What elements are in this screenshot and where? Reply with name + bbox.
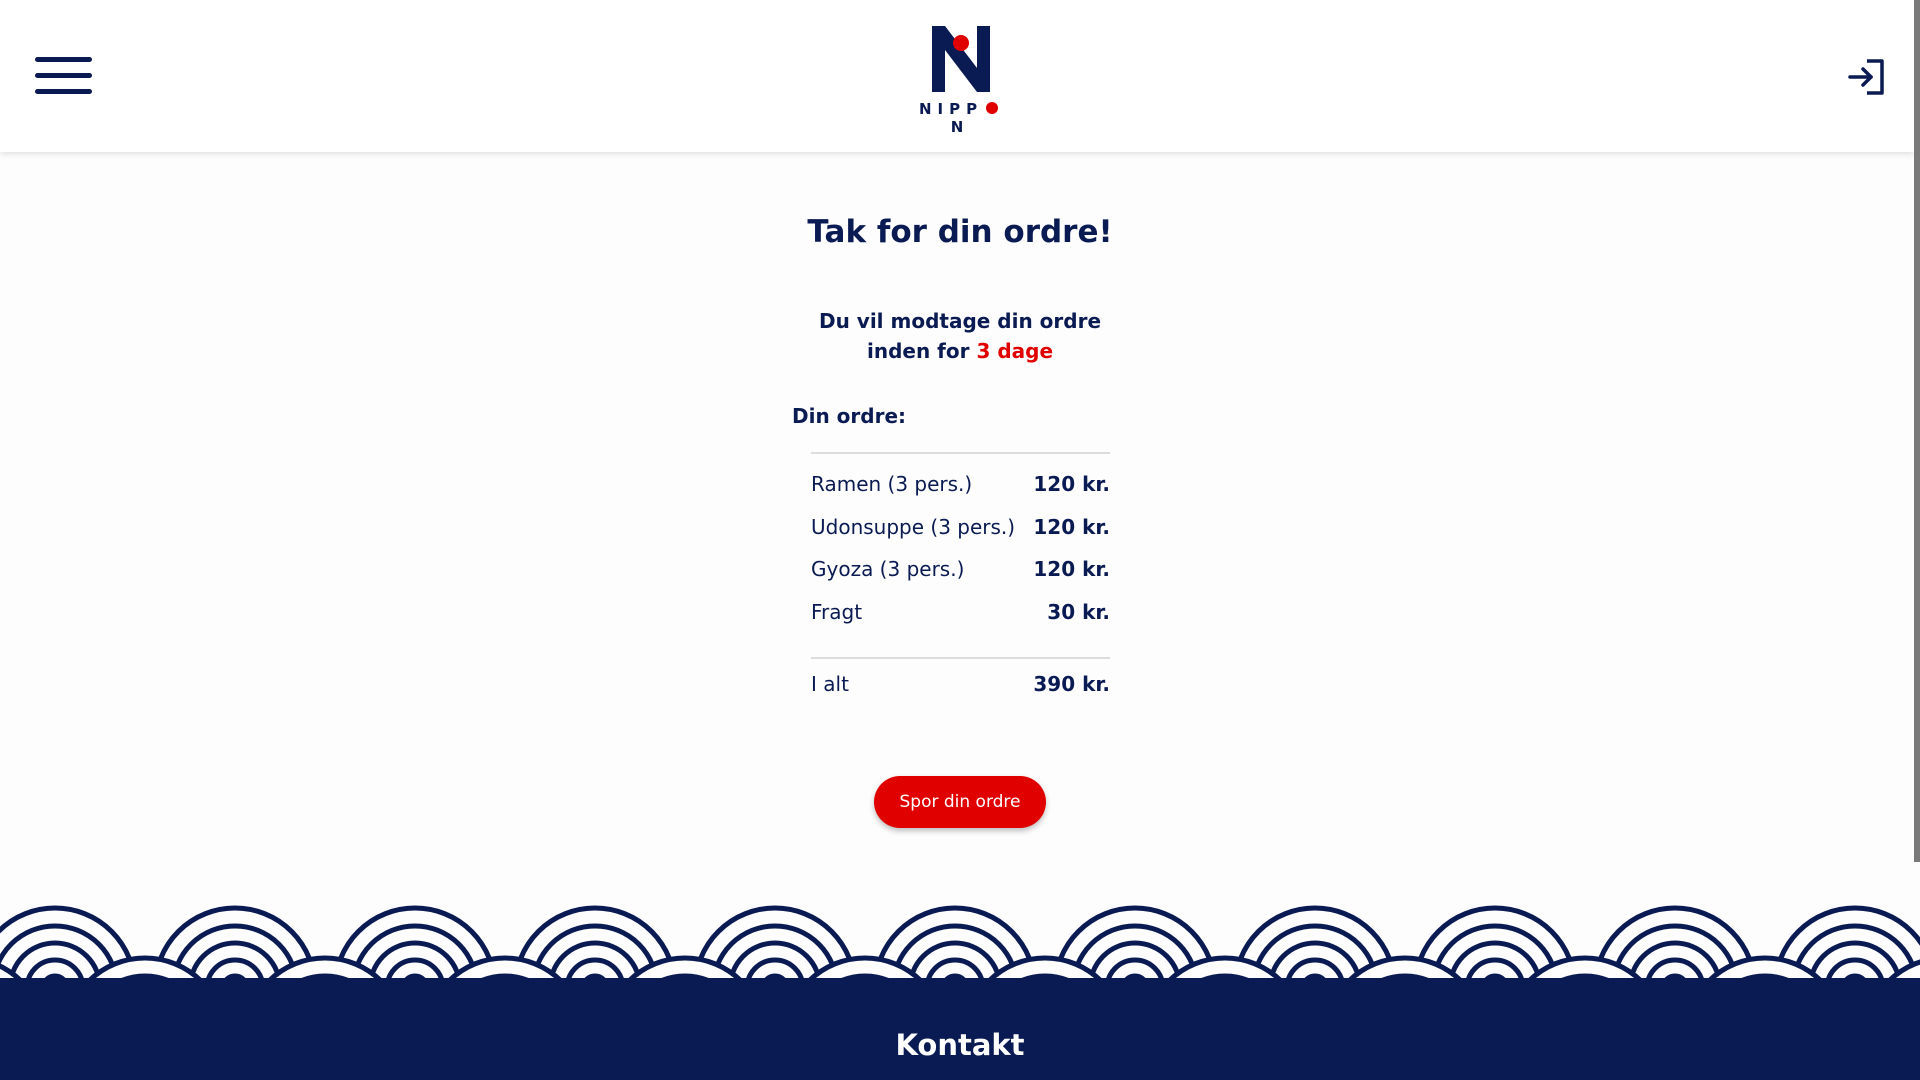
logo-n-mark	[932, 26, 990, 92]
order-item-name: Fragt	[811, 600, 863, 624]
delivery-line-2: inden for 3 dage	[866, 339, 1054, 363]
order-item: Udonsuppe (3 pers.) 120 kr.	[811, 515, 1110, 545]
order-item-price: 120 kr.	[1033, 515, 1110, 539]
order-item-price: 120 kr.	[1033, 557, 1110, 581]
sign-in-icon[interactable]	[1847, 58, 1887, 96]
page-scrollbar[interactable]	[1914, 0, 1920, 862]
order-item: Fragt 30 kr.	[811, 600, 1110, 630]
delivery-days: 3 dage	[976, 339, 1054, 363]
seigaiha-wave-pattern	[0, 888, 1920, 983]
nippon-logo[interactable]: NIPPN	[912, 26, 1008, 136]
logo-red-dot	[986, 102, 999, 114]
site-footer: Kontakt	[0, 978, 1920, 1080]
order-item-price: 30 kr.	[1047, 600, 1110, 624]
order-item-price: 120 kr.	[1033, 472, 1110, 496]
site-header: NIPPN	[0, 0, 1914, 152]
order-item: Gyoza (3 pers.) 120 kr.	[811, 557, 1110, 587]
order-item-name: Ramen (3 pers.)	[811, 472, 973, 496]
order-divider-top	[811, 452, 1110, 454]
order-total-row: I alt 390 kr.	[811, 672, 1110, 702]
sign-in-arrow-icon	[1848, 59, 1884, 95]
order-total-price: 390 kr.	[1033, 672, 1110, 696]
footer-title: Kontakt	[895, 1028, 1025, 1062]
order-label: Din ordre:	[792, 404, 907, 428]
order-divider-bottom	[811, 657, 1110, 659]
order-item-name: Gyoza (3 pers.)	[811, 557, 965, 581]
delivery-message: Du vil modtage din ordre inden for 3 dag…	[760, 306, 1160, 366]
page-title: Tak for din ordre!	[807, 214, 1113, 250]
order-item-name: Udonsuppe (3 pers.)	[811, 515, 1016, 539]
track-order-button[interactable]: Spor din ordre	[874, 776, 1046, 828]
order-total-label: I alt	[811, 672, 849, 696]
order-item: Ramen (3 pers.) 120 kr.	[811, 472, 1110, 502]
delivery-line-1: Du vil modtage din ordre	[818, 309, 1102, 333]
hamburger-menu-icon[interactable]	[35, 57, 92, 95]
logo-wordmark: NIPPN	[912, 100, 1008, 136]
